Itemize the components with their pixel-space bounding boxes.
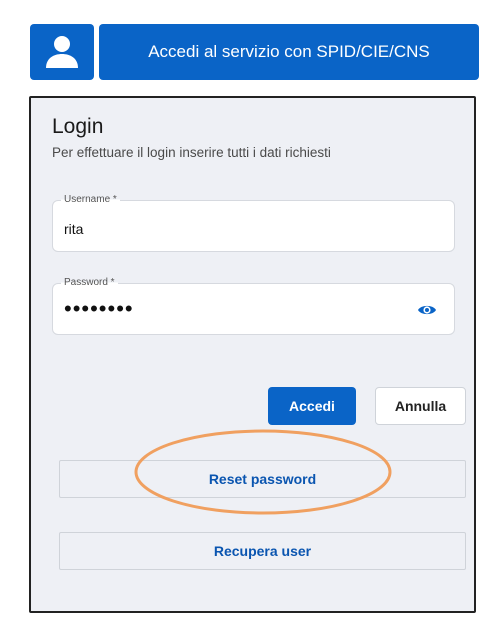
user-icon: [46, 36, 78, 68]
login-subtitle: Per effettuare il login inserire tutti i…: [52, 145, 331, 160]
login-title: Login: [52, 115, 104, 138]
username-field[interactable]: Username * rita: [52, 194, 455, 252]
password-label: Password *: [61, 277, 118, 288]
show-password-toggle[interactable]: [416, 300, 438, 320]
password-field[interactable]: Password * ••••••••: [52, 277, 455, 335]
login-card: Login Per effettuare il login inserire t…: [29, 96, 476, 613]
spid-avatar[interactable]: [30, 24, 94, 80]
eye-icon: [418, 305, 436, 315]
spid-login-button[interactable]: Accedi al servizio con SPID/CIE/CNS: [99, 24, 479, 80]
username-label: Username *: [61, 194, 120, 205]
username-value[interactable]: rita: [64, 221, 83, 237]
annulla-button[interactable]: Annulla: [375, 387, 466, 425]
login-page: Accedi al servizio con SPID/CIE/CNS Logi…: [0, 0, 490, 636]
password-value[interactable]: ••••••••: [64, 296, 134, 322]
recupera-user-button[interactable]: Recupera user: [59, 532, 466, 570]
reset-password-button[interactable]: Reset password: [59, 460, 466, 498]
accedi-button[interactable]: Accedi: [268, 387, 356, 425]
